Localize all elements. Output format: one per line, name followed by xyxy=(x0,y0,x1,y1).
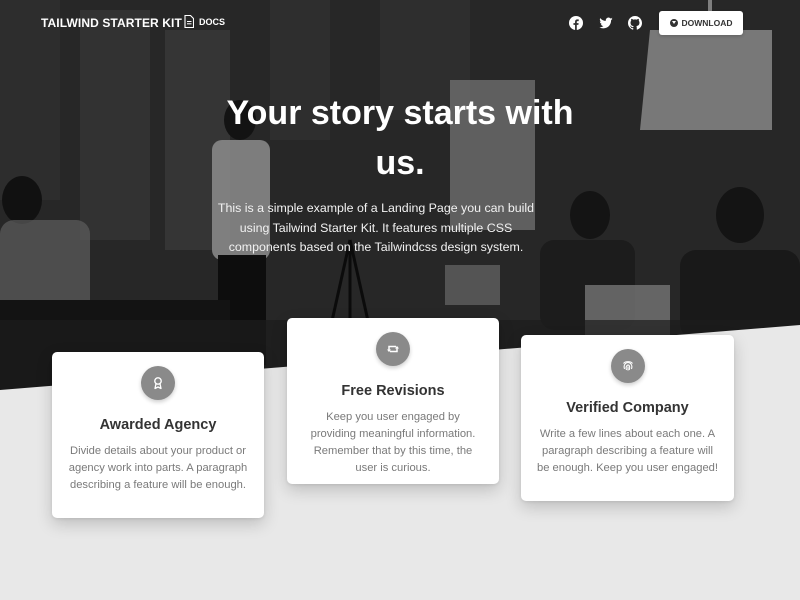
github-icon xyxy=(628,16,642,30)
docs-label: DOCS xyxy=(199,16,226,27)
fingerprint-badge xyxy=(610,349,645,383)
feature-title: Awarded Agency xyxy=(99,417,217,433)
award-badge xyxy=(141,366,175,400)
hero-description: This is a simple example of a Landing Pa… xyxy=(217,201,535,254)
facebook-link[interactable] xyxy=(568,15,584,31)
twitter-link[interactable] xyxy=(598,15,614,31)
feature-card-verified-company: Verified Company Write a few lines about… xyxy=(521,335,734,501)
download-icon xyxy=(669,19,678,27)
github-link[interactable] xyxy=(627,15,643,31)
facebook-icon xyxy=(569,16,583,30)
fingerprint-icon xyxy=(622,361,633,371)
feature-text: Write a few lines about each one. A para… xyxy=(536,428,719,474)
top-navbar: TAILWIND STARTER KIT DOCS DOWNLOAD xyxy=(0,0,800,46)
feature-card-awarded-agency: Awarded Agency Divide details about your… xyxy=(52,352,264,518)
download-label: DOWNLOAD xyxy=(681,18,733,28)
brand-link[interactable]: TAILWIND STARTER KIT xyxy=(41,16,182,30)
retweet-icon xyxy=(387,345,399,353)
file-icon xyxy=(184,15,194,28)
award-icon xyxy=(154,377,162,390)
feature-text: Keep you user engaged by providing meani… xyxy=(310,411,476,474)
feature-title: Verified Company xyxy=(566,400,689,416)
retweet-badge xyxy=(376,332,410,366)
feature-card-free-revisions: Free Revisions Keep you user engaged by … xyxy=(287,318,499,484)
hero-title: Your story starts with us. xyxy=(226,94,574,182)
docs-link[interactable]: DOCS xyxy=(184,15,225,28)
feature-title: Free Revisions xyxy=(341,383,445,399)
feature-text: Divide details about your product or age… xyxy=(68,445,248,491)
twitter-icon xyxy=(599,17,613,29)
download-button[interactable]: DOWNLOAD xyxy=(659,11,743,35)
